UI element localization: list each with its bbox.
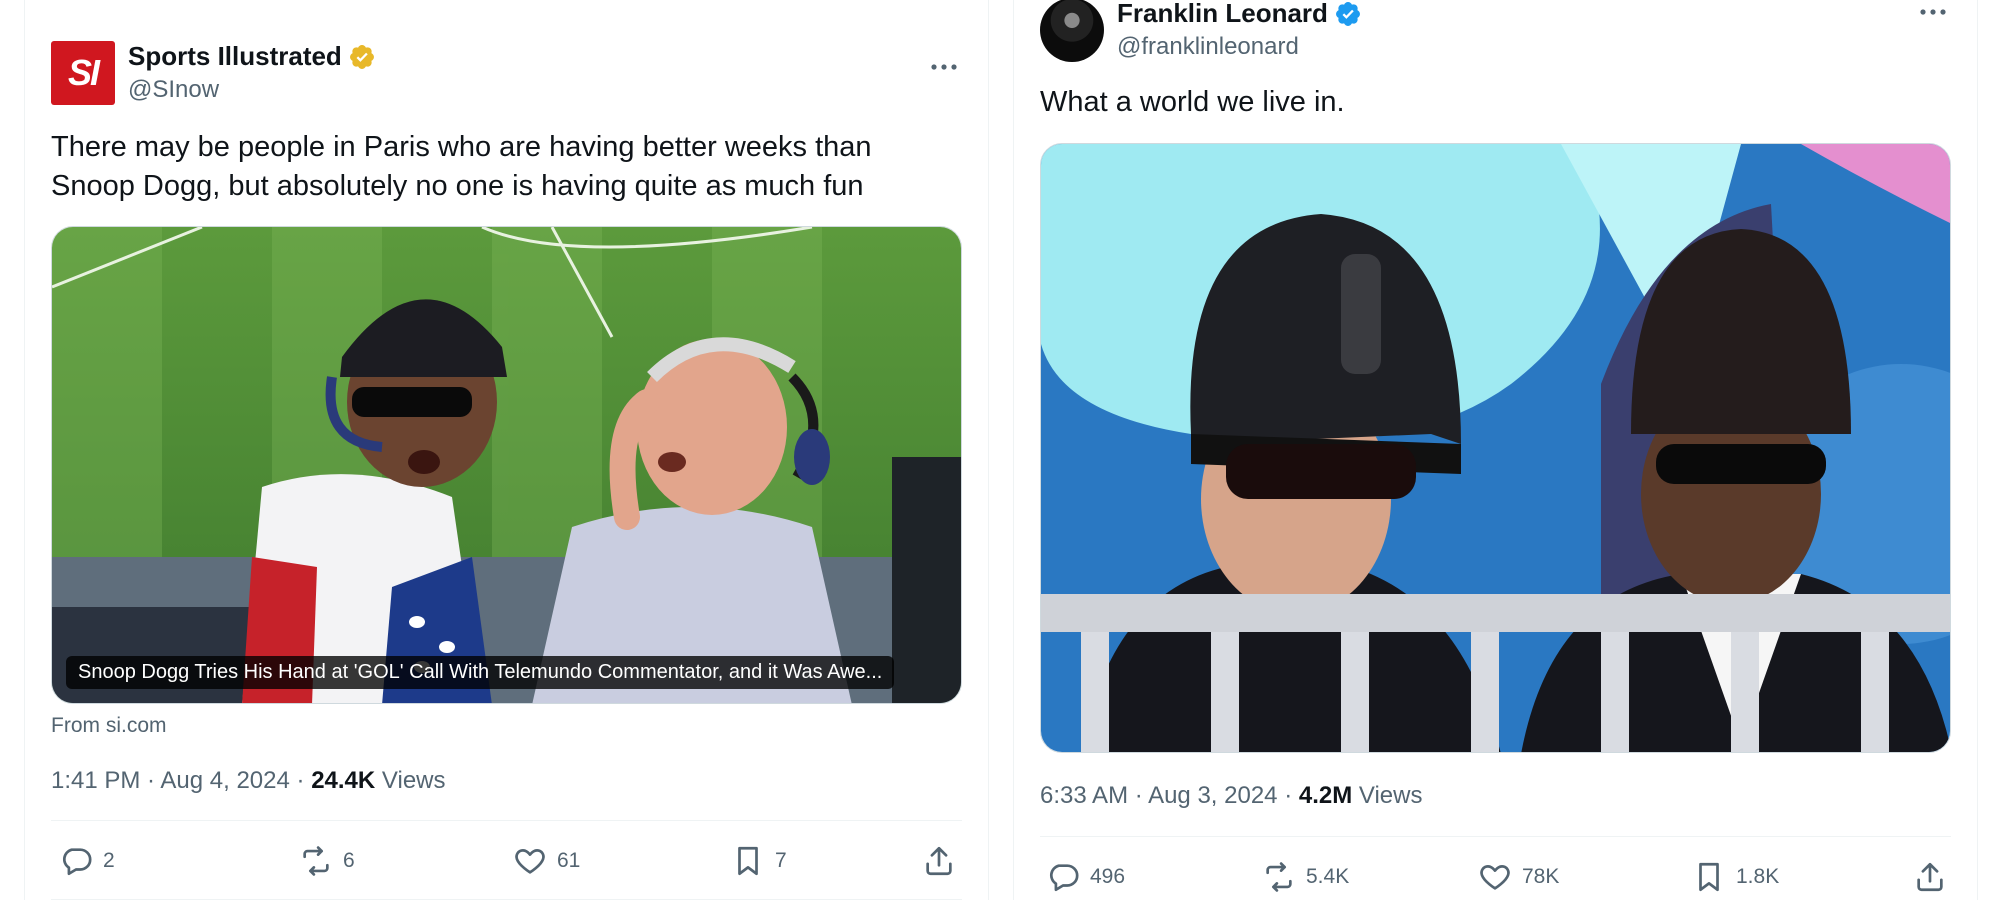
avatar-logo-text: SI <box>67 52 100 93</box>
verified-blue-icon <box>1335 1 1360 26</box>
like-count: 78K <box>1522 865 1560 888</box>
share-icon <box>1917 862 1943 892</box>
tweet-text: What a world we live in. <box>1040 86 1345 118</box>
bookmark-count: 1.8K <box>1736 865 1780 888</box>
action-bar: 496 5.4K 78K 1.8K <box>1040 836 1951 900</box>
bookmark-count: 7 <box>775 849 787 872</box>
tweet-time[interactable]: 6:33 AM <box>1040 782 1128 809</box>
tweet-date[interactable]: Aug 4, 2024 <box>160 767 289 794</box>
tweet-meta: 6:33 AM · Aug 3, 2024 · 4.2M Views <box>1040 782 1423 809</box>
heart-icon <box>1480 865 1510 890</box>
media-caption: Snoop Dogg Tries His Hand at 'GOL' Call … <box>66 656 895 689</box>
media-card[interactable]: Snoop Dogg Tries His Hand at 'GOL' Call … <box>51 226 962 704</box>
display-name-text: Sports Illustrated <box>128 41 342 71</box>
handle[interactable]: @franklinleonard <box>1117 33 1362 61</box>
tweet-sports-illustrated[interactable]: SI Sports Illustrated @SInow There may b… <box>24 0 989 900</box>
display-name[interactable]: Sports Illustrated <box>128 41 376 72</box>
tweet-header: Franklin Leonard @franklinleonard <box>1040 0 1951 68</box>
tweet-date[interactable]: Aug 3, 2024 <box>1148 782 1277 809</box>
reply-button[interactable]: 496 <box>1046 837 1125 900</box>
author-names: Sports Illustrated @SInow <box>128 41 376 104</box>
repost-count: 5.4K <box>1306 865 1350 888</box>
media-image <box>1041 144 1950 752</box>
author-names: Franklin Leonard @franklinleonard <box>1117 0 1362 61</box>
views-label: Views <box>381 767 446 794</box>
views-count: 4.2M <box>1298 782 1353 809</box>
reply-icon <box>1049 864 1079 892</box>
tweet-meta: 1:41 PM · Aug 4, 2024 · 24.4K Views <box>51 767 446 794</box>
avatar[interactable]: SI <box>51 41 115 105</box>
repost-icon <box>303 846 329 876</box>
avatar[interactable] <box>1040 0 1104 62</box>
display-name-text: Franklin Leonard <box>1117 0 1328 28</box>
media-photo[interactable] <box>1040 143 1951 753</box>
repost-count: 6 <box>343 849 355 872</box>
bookmark-button[interactable]: 1.8K <box>1692 837 1779 900</box>
repost-button[interactable]: 5.4K <box>1262 837 1349 900</box>
share-button[interactable] <box>922 821 956 900</box>
reply-count: 2 <box>103 849 115 872</box>
share-button[interactable] <box>1913 837 1947 900</box>
reply-icon <box>62 848 92 876</box>
page: SI Sports Illustrated @SInow There may b… <box>0 0 2000 900</box>
tweet-franklin-leonard[interactable]: Franklin Leonard @franklinleonard What a… <box>1013 0 1978 900</box>
reply-count: 496 <box>1090 865 1126 888</box>
share-icon <box>926 846 952 876</box>
link-source[interactable]: From si.com <box>51 714 167 738</box>
tweet-text: There may be people in Paris who are hav… <box>51 131 872 202</box>
bookmark-icon <box>1699 862 1719 892</box>
more-options-icon[interactable] <box>926 49 962 85</box>
repost-icon <box>1266 862 1292 892</box>
repost-button[interactable]: 6 <box>299 821 355 900</box>
media-image <box>52 227 961 703</box>
tweet-header: SI Sports Illustrated @SInow <box>51 41 962 111</box>
views-count: 24.4K <box>311 767 376 794</box>
bookmark-icon <box>738 846 758 876</box>
handle[interactable]: @SInow <box>128 76 376 104</box>
action-bar: 2 6 61 7 <box>51 820 962 900</box>
views-label: Views <box>1358 782 1423 809</box>
verified-gold-icon <box>349 44 374 69</box>
bookmark-button[interactable]: 7 <box>731 821 787 900</box>
heart-icon <box>515 849 545 874</box>
like-button[interactable]: 61 <box>513 821 580 900</box>
display-name[interactable]: Franklin Leonard <box>1117 0 1362 29</box>
like-count: 61 <box>557 849 581 872</box>
tweet-time[interactable]: 1:41 PM <box>51 767 140 794</box>
reply-button[interactable]: 2 <box>59 821 115 900</box>
more-options-icon[interactable] <box>1915 0 1951 30</box>
like-button[interactable]: 78K <box>1478 837 1559 900</box>
